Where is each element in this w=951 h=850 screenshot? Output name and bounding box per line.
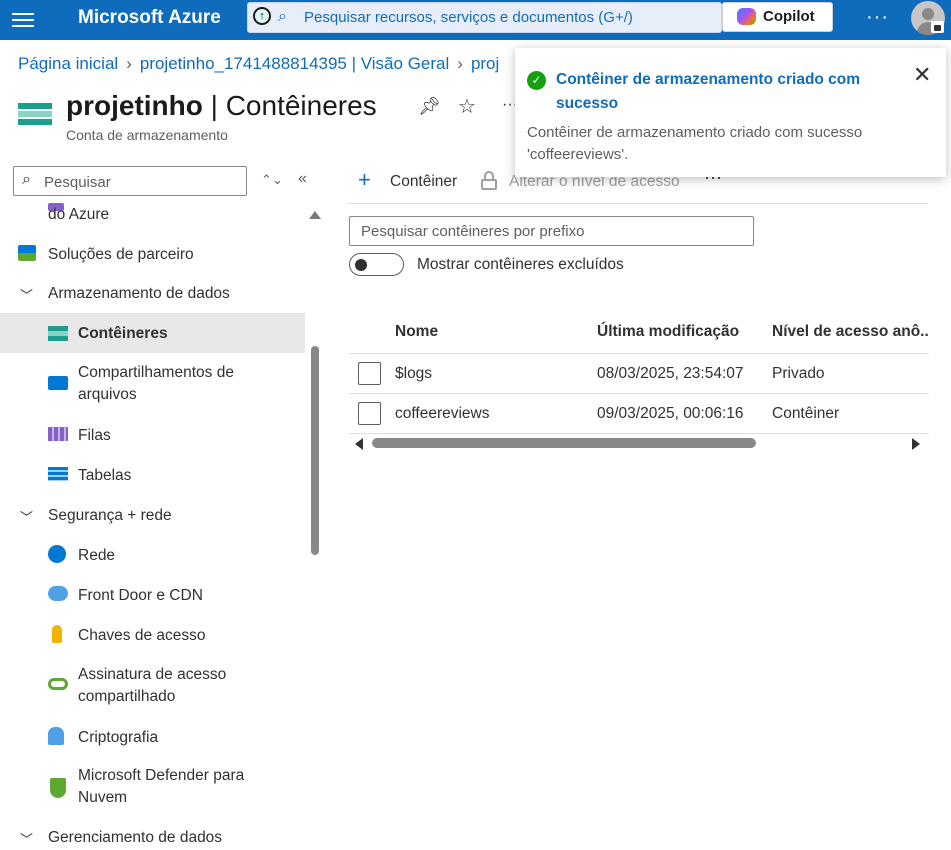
sidebar-item-azure[interactable]: do Azure (0, 203, 305, 227)
column-header-access[interactable]: Nível de acesso anô.. (772, 323, 929, 341)
divider (348, 203, 928, 204)
chevron-down-icon: ﹀ (20, 510, 34, 525)
divider (349, 393, 929, 394)
notification-message: Contêiner de armazenamento criado com su… (527, 124, 863, 163)
row-checkbox[interactable] (358, 402, 381, 425)
success-check-icon: ✓ (527, 71, 546, 90)
row-checkbox[interactable] (358, 362, 381, 385)
star-icon[interactable]: ☆ (458, 94, 476, 119)
last-modified-cell: 09/03/2025, 00:06:16 (597, 405, 744, 422)
copilot-label: Copilot (763, 8, 815, 25)
lock-icon (481, 171, 497, 190)
divider (349, 353, 929, 354)
container-name-link[interactable]: $logs (395, 365, 432, 383)
access-level-cell: Privado (772, 365, 825, 382)
network-icon (48, 545, 66, 563)
sidebar-item-defender[interactable]: Microsoft Defender para Nuvem (0, 765, 305, 811)
close-icon[interactable]: ✕ (913, 64, 931, 86)
breadcrumb-item-partial[interactable]: proj (471, 54, 499, 73)
more-icon[interactable]: ··· (866, 6, 889, 29)
container-name-link[interactable]: coffeereviews (395, 405, 489, 423)
prefix-search-input[interactable]: Pesquisar contêineres por prefixo (349, 216, 754, 246)
chevron-right-icon: › (457, 54, 463, 73)
sidebar-item-access-keys[interactable]: Chaves de acesso (0, 624, 305, 648)
chevron-down-icon: ﹀ (20, 832, 34, 847)
plus-icon[interactable]: + (358, 169, 371, 191)
page-title: projetinho | Contêineres (66, 90, 377, 121)
tables-icon (48, 467, 68, 481)
sidebar-item-network[interactable]: Rede (0, 544, 305, 568)
copilot-icon (737, 8, 756, 25)
chevron-down-icon: ﹀ (20, 288, 34, 303)
sidebar-group-data-management[interactable]: ﹀ Gerenciamento de dados (0, 826, 305, 850)
add-container-button[interactable]: Contêiner (390, 173, 457, 191)
expand-collapse-icon[interactable]: ⌃⌄ (261, 172, 283, 188)
sidebar-group-data-storage[interactable]: ﹀ Armazenamento de dados (0, 282, 305, 306)
divider (349, 433, 929, 434)
column-header-modified[interactable]: Última modificação (597, 323, 739, 341)
sidebar-item-queues[interactable]: Filas (0, 424, 305, 448)
menu-icon[interactable] (12, 10, 34, 30)
partner-icon (18, 245, 36, 261)
prefix-search-placeholder: Pesquisar contêineres por prefixo (361, 223, 585, 240)
encryption-icon (48, 727, 64, 745)
collapse-sidebar-icon[interactable]: « (298, 170, 307, 188)
scroll-left-icon[interactable] (355, 438, 363, 450)
scroll-up-icon[interactable] (309, 211, 321, 219)
containers-icon (18, 103, 52, 131)
column-header-name[interactable]: Nome (395, 323, 438, 341)
containers-icon (48, 326, 68, 341)
sidebar-group-security-network[interactable]: ﹀ Segurança + rede (0, 504, 305, 528)
search-icon: ⌕ (278, 8, 287, 25)
lock-icon (931, 21, 944, 33)
access-level-cell: Contêiner (772, 405, 840, 422)
sidebar-search-input[interactable]: ⌕ Pesquisar (13, 166, 247, 196)
page-subtitle: Conta de armazenamento (66, 127, 228, 143)
sidebar-item-containers[interactable]: Contêineres (0, 313, 305, 353)
sidebar-item-partner-solutions[interactable]: Soluções de parceiro (0, 243, 305, 267)
pin-icon[interactable]: 📌︎ (418, 96, 441, 117)
sidebar-search-placeholder: Pesquisar (44, 174, 111, 191)
brand-title[interactable]: Microsoft Azure (78, 7, 221, 29)
cdn-icon (48, 586, 68, 601)
sidebar-item-front-door-cdn[interactable]: Front Door e CDN (0, 584, 305, 608)
chevron-right-icon: › (126, 54, 132, 73)
breadcrumb-item-home[interactable]: Página inicial (18, 54, 118, 73)
notification-title[interactable]: Contêiner de armazenamento criado com su… (556, 68, 896, 116)
sas-icon (48, 678, 68, 690)
scroll-right-icon[interactable] (912, 438, 920, 450)
sidebar-item-encryption[interactable]: Criptografia (0, 726, 305, 750)
defender-icon (50, 778, 66, 798)
breadcrumb-item-overview[interactable]: projetinho_1741488814395 | Visão Geral (140, 54, 449, 73)
key-icon (52, 625, 62, 643)
sidebar-scroll-thumb[interactable] (311, 346, 319, 555)
file-shares-icon (48, 376, 68, 390)
queues-icon (48, 427, 68, 441)
sidebar-item-sas[interactable]: Assinatura de acesso compartilhado (0, 664, 305, 710)
show-deleted-toggle[interactable] (349, 253, 404, 276)
last-modified-cell: 08/03/2025, 23:54:07 (597, 365, 744, 382)
search-icon: ⌕ (22, 171, 31, 188)
upload-icon: ↑ (253, 7, 271, 25)
table-scroll-thumb[interactable] (372, 438, 756, 448)
breadcrumb: Página inicial › projetinho_1741488814395 … (18, 54, 499, 74)
sidebar-item-tables[interactable]: Tabelas (0, 464, 305, 488)
sidebar-item-file-shares[interactable]: Compartilhamentos de arquivos (0, 362, 305, 408)
global-search-placeholder: Pesquisar recursos, serviços e documento… (304, 9, 633, 26)
show-deleted-label: Mostrar contêineres excluídos (417, 256, 624, 273)
